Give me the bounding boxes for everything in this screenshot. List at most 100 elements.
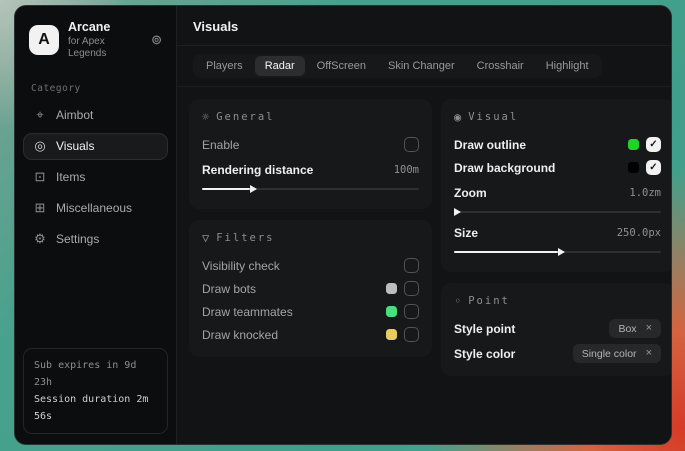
sub-expires-text: Sub expires in 9d 23h (34, 357, 157, 391)
funnel-icon: ▽ (202, 231, 209, 245)
visibility-check-row: Visibility check ✓ (202, 254, 419, 277)
tab-offscreen[interactable]: OffScreen (307, 56, 376, 76)
brand-name: Arcane (68, 20, 142, 36)
sidebar-item-settings[interactable]: ⚙ Settings (23, 226, 168, 253)
visual-card: ◉ Visual Draw outline ✓ Draw back (441, 99, 672, 272)
target-icon[interactable]: ⊚ (151, 32, 162, 48)
style-point-label: Style point (454, 322, 515, 336)
draw-background-row: Draw background ✓ (454, 156, 661, 179)
draw-outline-row: Draw outline ✓ (454, 133, 661, 156)
zoom-row: Zoom 1.0zm (454, 181, 661, 204)
tab-bar: Players Radar OffScreen Skin Changer Cro… (193, 54, 602, 78)
eye-icon: ◉ (454, 110, 461, 124)
color-swatch[interactable] (628, 139, 639, 150)
sidebar-item-visuals[interactable]: ◎ Visuals (23, 133, 168, 160)
check-icon: ✓ (649, 140, 657, 150)
sidebar-item-label: Items (56, 170, 85, 184)
grid-icon: ⊞ (33, 200, 47, 216)
sidebar-nav: ⌖ Aimbot ◎ Visuals ⊡ Items ⊞ Miscellaneo… (23, 102, 168, 253)
main-panel: Visuals Players Radar OffScreen Skin Cha… (177, 6, 672, 444)
remove-icon[interactable]: × (646, 323, 652, 334)
sidebar: A Arcane for Apex Legends ⊚ Category ⌖ A… (15, 6, 177, 444)
size-value: 250.0px (617, 227, 661, 239)
slider-thumb[interactable] (558, 248, 565, 256)
draw-bots-row: Draw bots ✓ (202, 277, 419, 300)
radar-scan-icon: ◎ (33, 138, 47, 154)
size-label: Size (454, 226, 478, 240)
sidebar-item-label: Visuals (56, 139, 94, 153)
draw-bots-label: Draw bots (202, 282, 256, 296)
draw-teammates-label: Draw teammates (202, 305, 293, 319)
gear-icon: ⚙ (33, 231, 47, 247)
dot-icon: ◦ (454, 294, 461, 308)
rendering-distance-value: 100m (394, 164, 419, 176)
draw-outline-checkbox[interactable]: ✓ (646, 137, 661, 152)
visibility-check-checkbox[interactable]: ✓ (404, 258, 419, 273)
size-slider[interactable] (454, 247, 661, 257)
enable-row: Enable ✓ (202, 133, 419, 156)
tab-crosshair[interactable]: Crosshair (467, 56, 534, 76)
draw-bots-checkbox[interactable]: ✓ (404, 281, 419, 296)
style-point-row: Style point Box × (454, 317, 661, 340)
remove-icon[interactable]: × (646, 348, 652, 359)
color-swatch[interactable] (386, 329, 397, 340)
enable-label: Enable (202, 138, 239, 152)
draw-background-checkbox[interactable]: ✓ (646, 160, 661, 175)
card-title: Visual (468, 111, 518, 123)
sidebar-item-label: Aimbot (56, 108, 93, 122)
content-area: ☼ General Enable ✓ Rendering distance 10… (177, 87, 672, 444)
tab-skin-changer[interactable]: Skin Changer (378, 56, 465, 76)
zoom-slider[interactable] (454, 207, 661, 217)
enable-checkbox[interactable]: ✓ (404, 137, 419, 152)
color-swatch[interactable] (628, 162, 639, 173)
draw-teammates-checkbox[interactable]: ✓ (404, 304, 419, 319)
brand-logo: A (29, 25, 59, 55)
tab-highlight[interactable]: Highlight (536, 56, 599, 76)
point-card: ◦ Point Style point Box × Style color S (441, 283, 672, 376)
crosshair-icon: ⌖ (33, 107, 47, 123)
draw-outline-label: Draw outline (454, 138, 526, 152)
brand-subtitle: for Apex Legends (68, 36, 142, 61)
draw-knocked-label: Draw knocked (202, 328, 278, 342)
style-color-label: Style color (454, 347, 515, 361)
style-point-value: Box (618, 323, 636, 335)
check-icon: ✓ (649, 163, 657, 173)
draw-background-label: Draw background (454, 161, 555, 175)
zoom-value: 1.0zm (629, 187, 661, 199)
tab-radar[interactable]: Radar (255, 56, 305, 76)
rendering-distance-slider[interactable] (202, 184, 419, 194)
color-swatch[interactable] (386, 306, 397, 317)
draw-knocked-row: Draw knocked ✓ (202, 323, 419, 346)
sun-icon: ☼ (202, 110, 209, 124)
category-label: Category (23, 73, 168, 102)
rendering-distance-label: Rendering distance (202, 163, 313, 177)
slider-thumb[interactable] (454, 208, 461, 216)
slider-thumb[interactable] (250, 185, 257, 193)
app-window: A Arcane for Apex Legends ⊚ Category ⌖ A… (14, 5, 672, 445)
page-header: Visuals (177, 6, 672, 46)
zoom-label: Zoom (454, 186, 487, 200)
size-row: Size 250.0px (454, 221, 661, 244)
sidebar-item-items[interactable]: ⊡ Items (23, 164, 168, 191)
general-card: ☼ General Enable ✓ Rendering distance 10… (189, 99, 432, 209)
card-title: Point (468, 295, 510, 307)
card-title: Filters (216, 232, 274, 244)
page-title: Visuals (193, 19, 670, 34)
style-color-row: Style color Single color × (454, 342, 661, 365)
tab-players[interactable]: Players (196, 56, 253, 76)
style-point-select[interactable]: Box × (609, 319, 661, 338)
style-color-select[interactable]: Single color × (573, 344, 661, 363)
sidebar-item-label: Miscellaneous (56, 201, 132, 215)
session-info-box: Sub expires in 9d 23h Session duration 2… (23, 348, 168, 434)
rendering-distance-row: Rendering distance 100m (202, 158, 419, 181)
tabs-row: Players Radar OffScreen Skin Changer Cro… (177, 46, 672, 87)
color-swatch[interactable] (386, 283, 397, 294)
draw-teammates-row: Draw teammates ✓ (202, 300, 419, 323)
sidebar-item-aimbot[interactable]: ⌖ Aimbot (23, 102, 168, 129)
box-icon: ⊡ (33, 169, 47, 185)
draw-knocked-checkbox[interactable]: ✓ (404, 327, 419, 342)
sidebar-item-miscellaneous[interactable]: ⊞ Miscellaneous (23, 195, 168, 222)
filters-card: ▽ Filters Visibility check ✓ Draw bots (189, 220, 432, 357)
visibility-check-label: Visibility check (202, 259, 280, 273)
sidebar-item-label: Settings (56, 232, 99, 246)
